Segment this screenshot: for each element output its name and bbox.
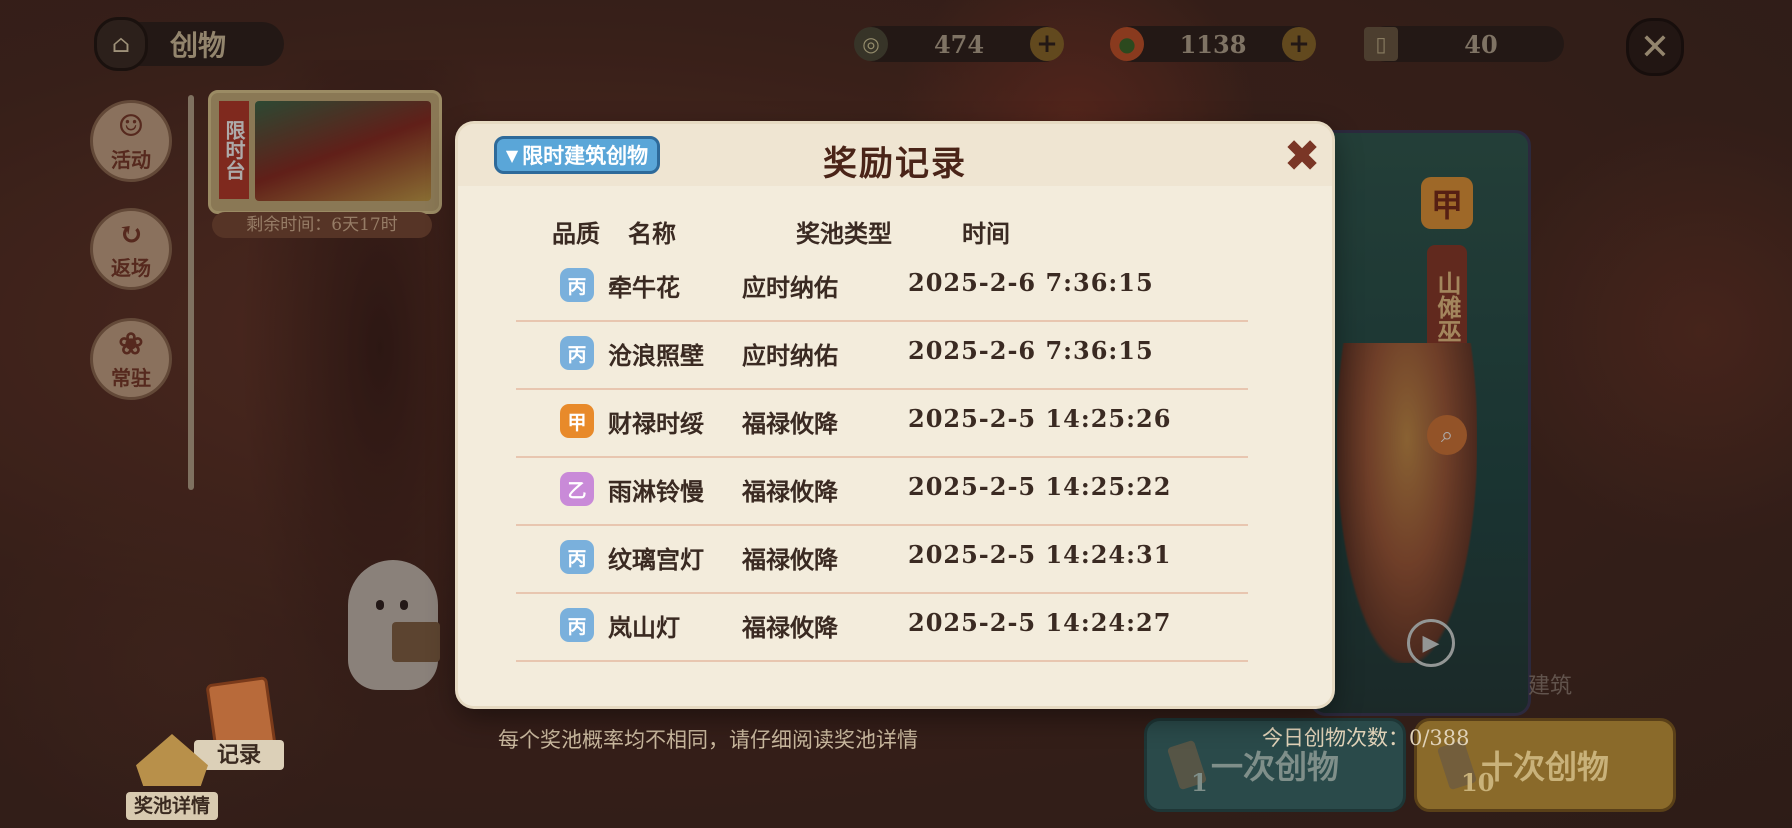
record-row: 丙 牵牛花 应时纳佑 2025-2-6 7:36:15 [516,254,1248,322]
record-time: 2025-2-5 14:25:22 [908,472,1172,501]
record-pool: 福禄攸降 [742,409,838,438]
record-name: 沧浪照壁 [608,341,704,370]
grade-badge: 丙 [560,336,594,370]
record-time: 2025-2-5 14:24:27 [908,608,1172,637]
column-header-quality: 品质 [552,219,600,248]
record-name: 财禄时绥 [608,409,704,438]
list-fade [458,666,1332,706]
pool-detail-label: 奖池详情 [126,792,218,820]
record-time: 2025-2-5 14:24:31 [908,540,1172,569]
record-pool: 福禄攸降 [742,545,838,574]
grade-badge: 甲 [560,404,594,438]
record-time: 2025-2-6 7:36:15 [908,268,1154,297]
daily-draw-count: 今日创物次数：0/388 [1262,726,1470,750]
grade-badge: 丙 [560,540,594,574]
close-icon: ✖ [1283,130,1321,182]
record-row: 丙 沧浪照壁 应时纳佑 2025-2-6 7:36:15 [516,322,1248,390]
draw-ten-cost: 10 [1461,768,1495,797]
pavilion-icon [136,734,208,786]
pool-hint-text: 每个奖池概率均不相同，请仔细阅读奖池详情 [498,728,918,752]
record-row: 乙 雨淋铃慢 福禄攸降 2025-2-5 14:25:22 [516,458,1248,526]
draw-ten-label: 十次创物 [1480,748,1609,786]
record-name: 岚山灯 [608,613,680,642]
record-time: 2025-2-6 7:36:15 [908,336,1154,365]
record-pool: 应时纳佑 [742,273,838,302]
grade-badge: 丙 [560,608,594,642]
record-pool: 福禄攸降 [742,477,838,506]
grade-badge: 丙 [560,268,594,302]
record-row: 丙 岚山灯 福禄攸降 2025-2-5 14:24:27 [516,594,1248,662]
record-pool: 应时纳佑 [742,341,838,370]
record-name: 纹璃宫灯 [608,545,704,574]
record-row: 甲 财禄时绥 福禄攸降 2025-2-5 14:25:26 [516,390,1248,458]
record-row: 丙 纹璃宫灯 福禄攸降 2025-2-5 14:24:31 [516,526,1248,594]
draw-once-cost: 1 [1191,768,1208,797]
record-name: 牵牛花 [608,273,680,302]
column-header-pool: 奖池类型 [796,219,892,248]
dialog-title: 奖励记录 [823,144,967,184]
column-header-name: 名称 [628,219,676,248]
dialog-close-button[interactable]: ✖ [1282,131,1322,182]
record-name: 雨淋铃慢 [608,477,704,506]
reward-record-dialog: ▼ 限时建筑创物 奖励记录 ✖ 品质 名称 奖池类型 时间 丙 牵牛花 应时纳佑… [458,124,1332,706]
pool-detail-button[interactable]: 奖池详情 [126,734,218,822]
record-time: 2025-2-5 14:25:26 [908,404,1172,433]
record-list[interactable]: 丙 牵牛花 应时纳佑 2025-2-6 7:36:15 丙 沧浪照壁 应时纳佑 … [516,254,1248,684]
grade-badge: 乙 [560,472,594,506]
record-pool: 福禄攸降 [742,613,838,642]
column-header-time: 时间 [962,219,1010,248]
